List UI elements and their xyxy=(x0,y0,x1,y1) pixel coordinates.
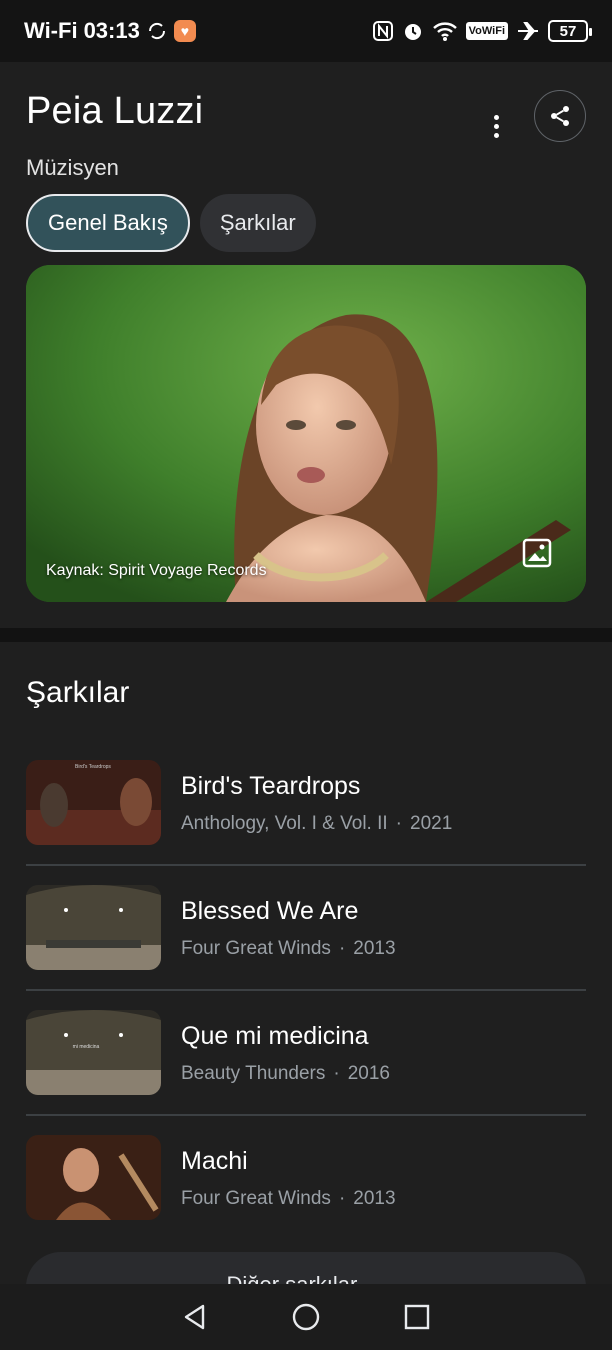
nav-home-button[interactable] xyxy=(286,1297,326,1337)
image-source-caption: Kaynak: Spirit Voyage Records xyxy=(46,562,267,579)
wifi-icon xyxy=(432,20,458,42)
entity-header: Peia Luzzi Müzisyen xyxy=(26,90,586,181)
nav-recents-button[interactable] xyxy=(397,1297,437,1337)
songs-section-title: Şarkılar xyxy=(26,676,130,709)
song-thumbnail xyxy=(26,1135,161,1220)
song-album: Four Great Winds xyxy=(181,1188,331,1209)
song-thumbnail xyxy=(26,885,161,970)
row-divider xyxy=(26,1114,586,1116)
song-title: Machi xyxy=(181,1147,248,1175)
song-album: Four Great Winds xyxy=(181,938,331,959)
tab-bar: Genel Bakış Şarkılar xyxy=(26,194,316,252)
song-item[interactable]: Blessed We Are Four Great Winds · 2013 xyxy=(26,885,586,1010)
clock: 03:13 xyxy=(83,18,140,43)
image-icon[interactable] xyxy=(522,538,552,568)
song-album: Anthology, Vol. I & Vol. II xyxy=(181,813,388,834)
section-divider xyxy=(0,628,612,642)
song-item[interactable]: mi medicina Que mi medicina Beauty Thund… xyxy=(26,1010,586,1135)
song-year: 2013 xyxy=(353,938,396,959)
song-thumbnail: Bird's Teardrops xyxy=(26,760,161,845)
songs-list: Bird's Teardrops Bird's Teardrops Anthol… xyxy=(26,760,586,1260)
song-album: Beauty Thunders xyxy=(181,1063,326,1084)
sync-icon xyxy=(146,20,168,42)
system-nav-bar xyxy=(0,1284,612,1350)
song-title: Blessed We Are xyxy=(181,897,359,925)
square-recents-icon xyxy=(404,1304,429,1330)
triangle-back-icon xyxy=(185,1304,205,1330)
song-year: 2013 xyxy=(353,1188,396,1209)
carrier-label: Wi-Fi xyxy=(24,18,78,43)
page-subtitle: Müzisyen xyxy=(26,155,119,180)
vowifi-badge: VoWiFi xyxy=(465,22,508,40)
song-title: Que mi medicina xyxy=(181,1022,369,1050)
song-year: 2021 xyxy=(410,813,453,834)
row-divider xyxy=(26,864,586,866)
share-icon xyxy=(551,106,569,126)
row-divider xyxy=(26,989,586,991)
status-bar: Wi-Fi 03:13 ♥ VoWiFi 57 xyxy=(0,0,612,62)
song-year: 2016 xyxy=(347,1063,390,1084)
thumb-title: mi medicina xyxy=(73,1044,100,1050)
song-thumbnail: mi medicina xyxy=(26,1010,161,1095)
tab-songs[interactable]: Şarkılar xyxy=(199,194,316,252)
song-item[interactable]: Machi Four Great Winds · 2013 xyxy=(26,1135,586,1260)
battery-indicator: 57 xyxy=(548,20,592,42)
nav-back-button[interactable] xyxy=(175,1297,215,1337)
nfc-icon xyxy=(372,20,394,42)
thumb-title: Bird's Teardrops xyxy=(75,764,111,770)
tab-overview[interactable]: Genel Bakış xyxy=(26,194,190,252)
alarm-icon xyxy=(402,20,424,42)
circle-home-icon xyxy=(292,1303,320,1331)
more-options-button[interactable] xyxy=(478,108,514,144)
app-notification-icon: ♥ xyxy=(173,20,196,42)
share-button[interactable] xyxy=(534,90,586,142)
song-title: Bird's Teardrops xyxy=(181,772,361,800)
artist-portrait-illustration xyxy=(26,265,586,602)
artist-photo[interactable]: Kaynak: Spirit Voyage Records xyxy=(26,265,586,602)
airplane-icon xyxy=(516,20,540,42)
song-item[interactable]: Bird's Teardrops Bird's Teardrops Anthol… xyxy=(26,760,586,885)
more-vert-icon xyxy=(493,114,499,120)
